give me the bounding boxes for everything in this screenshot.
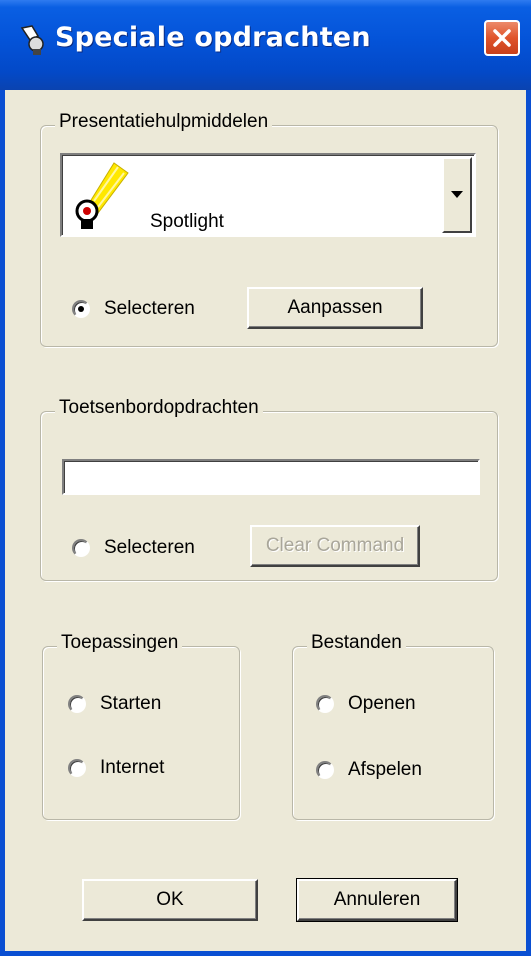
files-play-radio[interactable]: Afspelen <box>316 759 422 781</box>
radio-unchecked-indicator <box>72 539 90 557</box>
keyboard-command-field[interactable] <box>62 459 480 495</box>
radio-label: Afspelen <box>348 759 422 780</box>
files-open-radio[interactable]: Openen <box>316 693 416 715</box>
close-icon <box>493 29 511 47</box>
radio-unchecked-indicator <box>316 695 334 713</box>
presentation-tools-label: Presentatiehulpmiddelen <box>55 111 273 133</box>
presentation-tool-select[interactable]: Spotlight <box>60 153 476 237</box>
clear-command-button[interactable]: Clear Command <box>250 525 420 567</box>
radio-unchecked-indicator <box>68 695 86 713</box>
radio-label: Openen <box>348 693 416 714</box>
files-label: Bestanden <box>307 632 406 654</box>
applications-start-radio[interactable]: Starten <box>68 693 161 715</box>
customize-button[interactable]: Aanpassen <box>247 287 423 329</box>
chevron-down-icon <box>451 191 463 198</box>
title-bar[interactable]: Speciale opdrachten <box>0 0 531 90</box>
radio-label: Internet <box>100 757 165 778</box>
spotlight-app-icon <box>20 25 44 55</box>
keyboard-select-radio[interactable]: Selecteren <box>72 537 195 559</box>
ok-button[interactable]: OK <box>82 879 258 921</box>
files-group: Bestanden <box>292 632 494 820</box>
selected-tool-text: Spotlight <box>150 211 224 232</box>
presentation-select-radio[interactable]: Selecteren <box>72 298 195 320</box>
close-button[interactable] <box>484 20 520 56</box>
radio-unchecked-indicator <box>68 759 86 777</box>
cancel-button[interactable]: Annuleren <box>296 878 458 922</box>
applications-internet-radio[interactable]: Internet <box>68 757 164 779</box>
dropdown-button[interactable] <box>442 157 472 233</box>
keyboard-commands-label: Toetsenbordopdrachten <box>55 397 263 419</box>
radio-checked-indicator <box>72 300 90 318</box>
window-title: Speciale opdrachten <box>55 22 371 53</box>
spotlight-icon <box>75 162 129 229</box>
applications-label: Toepassingen <box>57 632 183 654</box>
radio-unchecked-indicator <box>316 761 334 779</box>
radio-label: Starten <box>100 693 162 714</box>
radio-label: Selecteren <box>104 537 195 558</box>
applications-group: Toepassingen <box>42 632 240 820</box>
radio-label: Selecteren <box>104 298 195 319</box>
